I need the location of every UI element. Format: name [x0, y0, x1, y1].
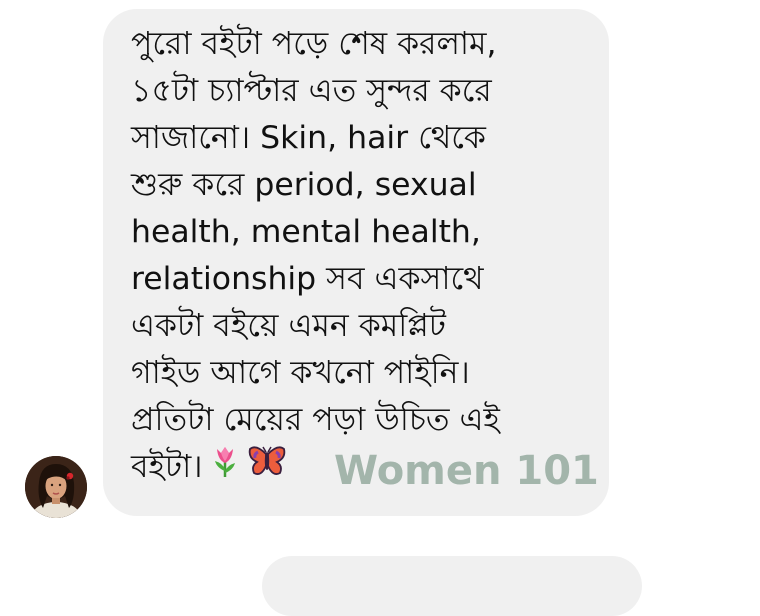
message-line-last-text: বইটা।: [131, 449, 203, 485]
message-line: শুরু করে period, sexual: [131, 167, 477, 203]
message-line: পুরো বইটা পড়ে শেষ করলাম,: [131, 26, 497, 62]
chat-area: পুরো বইটা পড়ে শেষ করলাম, ১৫টা চ্যাপ্টার…: [0, 0, 760, 616]
avatar-portrait-icon: [25, 456, 87, 518]
message-line: health, mental health,: [131, 214, 481, 250]
tulip-icon: [210, 444, 240, 492]
watermark-text: Women 101: [334, 448, 599, 494]
message-text: পুরো বইটা পড়ে শেষ করলাম, ১৫টা চ্যাপ্টার…: [131, 21, 601, 492]
next-message-bubble[interactable]: [262, 556, 642, 616]
message-line: সাজানো। Skin, hair থেকে: [131, 120, 486, 156]
sender-avatar[interactable]: [25, 456, 87, 518]
message-line: গাইড আগে কখনো পাইনি।: [131, 355, 470, 391]
message-line: relationship সব একসাথে: [131, 261, 484, 297]
message-line: ১৫টা চ্যাপ্টার এত সুন্দর করে: [131, 73, 492, 109]
butterfly-icon: [248, 444, 286, 492]
message-line: একটা বইয়ে এমন কমপ্লিট: [131, 308, 446, 344]
message-line: প্রতিটা মেয়ের পড়া উচিত এই: [131, 402, 500, 438]
